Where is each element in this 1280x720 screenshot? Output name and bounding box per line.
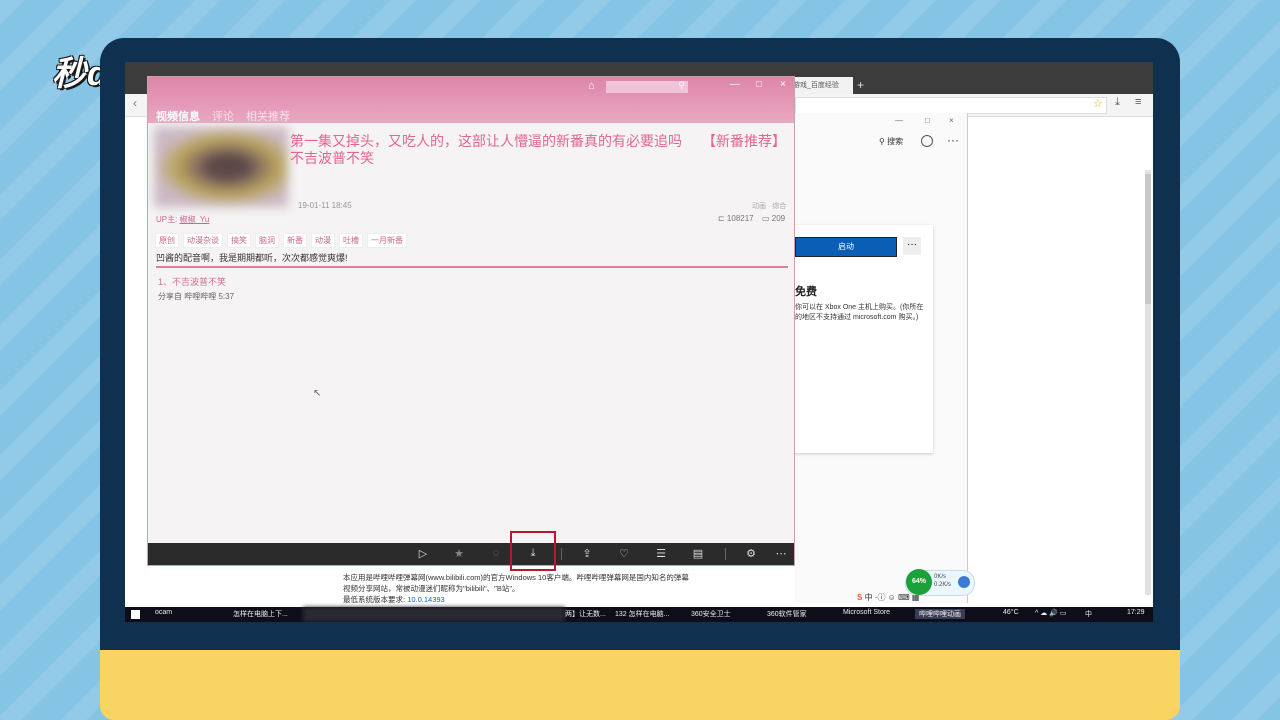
play-icon[interactable]: ▷ xyxy=(416,547,430,560)
price-description: 你可以在 Xbox One 主机上购买。(你所在的地区不支持通过 microso… xyxy=(795,304,924,321)
product-card: 启动 ··· 免费 你可以在 Xbox One 主机上购买。(你所在的地区不支持… xyxy=(791,225,933,453)
version-link[interactable]: 10.0.14393 xyxy=(407,595,445,604)
minimize-button[interactable]: — xyxy=(730,79,740,90)
app-description: 本应用是哔哩哔哩弹幕网(www.bilibili.com)的官方Windows … xyxy=(343,572,743,605)
uploader-name-link[interactable]: 椒椒_Yu xyxy=(180,215,210,224)
video-thumbnail[interactable] xyxy=(154,127,288,207)
video-title: 第一集又掉头，又吃人的，这部让人懵逼的新番真的有必要追吗 【新番推荐】不吉波普不笑 xyxy=(290,133,790,167)
home-icon[interactable]: ⌂ xyxy=(588,80,595,92)
page-scrollbar[interactable] xyxy=(1145,170,1151,595)
price-label: 免费 xyxy=(795,286,817,298)
video-title-text: 第一集又掉头，又吃人的，这部让人懵逼的新番真的有必要追吗 xyxy=(290,133,682,149)
tag-chip[interactable]: 动漫 xyxy=(311,233,335,248)
bottom-toolbar: ▷ ★ ◌ ⤓ ⇪ ♡ ☰ ▤ ⚙ ⋯ xyxy=(148,543,794,565)
share-icon[interactable]: ⇪ xyxy=(580,547,594,560)
more-icon[interactable]: ⋯ xyxy=(774,547,788,560)
tag-list: 原创 动漫杂谈 搞笑 脑洞 新番 动漫 吐槽 一月新番 xyxy=(155,233,411,248)
download-highlight-box xyxy=(510,531,556,571)
store-close-button[interactable]: × xyxy=(949,116,954,125)
browser-tab[interactable]: 游戏_百度经验 xyxy=(787,77,853,94)
taskbar-item-ocam[interactable]: ocam xyxy=(155,609,172,616)
back-icon[interactable]: ‹ xyxy=(133,96,137,110)
taskbar-item-360-security[interactable]: 360安全卫士 xyxy=(691,609,731,619)
avatar[interactable] xyxy=(921,135,933,147)
tray-lang[interactable]: 中 xyxy=(1085,609,1092,619)
desk-surface xyxy=(100,650,1180,720)
widget-button[interactable] xyxy=(958,576,970,588)
tab-video-info[interactable]: 视频信息 xyxy=(156,108,200,124)
tag-chip[interactable]: 脑洞 xyxy=(255,233,279,248)
play-count: ⊏ 108217 xyxy=(718,214,754,223)
taskbar-item-store[interactable]: Microsoft Store xyxy=(843,609,890,616)
ime-toolbar[interactable]: S 中 ·ⓘ ☺ ⌨ ▦ xyxy=(857,592,919,603)
tag-chip[interactable]: 搞笑 xyxy=(227,233,251,248)
uploader: UP主: 椒椒_Yu xyxy=(156,214,209,225)
bilibili-window: ⌂ ⚲ — □ × 视频信息 评论 相关推荐 第一集又掉头，又吃人的，这部让人懵… xyxy=(147,76,795,571)
download-speed: 0.2K/s xyxy=(934,582,952,588)
taskbar: ocam 怎样在电脑上下... 两】让无数... 132 怎样在电脑... 36… xyxy=(125,607,1153,622)
windows-start-icon[interactable] xyxy=(131,610,140,619)
search-input[interactable]: ⚲ xyxy=(606,80,688,93)
store-minimize-button[interactable]: — xyxy=(895,116,903,125)
tag-chip[interactable]: 动漫杂谈 xyxy=(183,233,223,248)
close-button[interactable]: × xyxy=(780,79,786,90)
tag-chip[interactable]: 吐槽 xyxy=(339,233,363,248)
favorite-icon[interactable]: ★ xyxy=(452,547,466,560)
screen: 游戏_百度经验 + ☆ ⤓ ≡ ‹ — □ × ⚲ 搜索 ··· 启动 ··· … xyxy=(125,62,1153,622)
coin-icon[interactable]: ◌ xyxy=(489,547,503,559)
upload-speed: 0K/s xyxy=(934,574,947,580)
clock-time[interactable]: 17:29 xyxy=(1127,609,1145,616)
taskbar-item-word[interactable]: 怎样在电脑上下... xyxy=(233,609,288,619)
store-more-button[interactable]: ··· xyxy=(947,133,959,147)
toolbar-separator xyxy=(561,548,562,560)
version-label: 最低系统版本要求: xyxy=(343,595,406,604)
description-line: 视频分享网站，常被动漫迷们昵称为"bilibili"、"B站"。 xyxy=(343,584,520,593)
share-source: 分享自 哔哩哔哩 5:37 xyxy=(158,292,235,301)
description-line: 本应用是哔哩哔哩弹幕网(www.bilibili.com)的官方Windows … xyxy=(343,573,689,582)
tab-comments[interactable]: 评论 xyxy=(212,108,234,124)
store-window: — □ × ⚲ 搜索 ··· 启动 ··· 免费 你可以在 Xbox One 主… xyxy=(791,113,968,603)
description-line: 最低系统版本要求: 10.0.14393 xyxy=(343,594,743,605)
publish-date: 19-01-11 18:45 xyxy=(298,201,352,210)
search-icon[interactable]: ⚲ xyxy=(678,80,685,91)
new-tab-button[interactable]: + xyxy=(857,78,864,92)
video-category: 动画 · 综合 xyxy=(752,203,787,210)
danmaku-icon[interactable]: ▤ xyxy=(691,547,705,560)
mouse-cursor-icon: ↖ xyxy=(313,388,322,399)
episode-item[interactable]: 1、不吉波普不笑 xyxy=(158,275,226,288)
tab-related[interactable]: 相关推荐 xyxy=(246,108,290,124)
url-input[interactable] xyxy=(795,97,1107,114)
taskbar-item-bilibili[interactable]: 哔哩哔哩动画 xyxy=(915,609,965,619)
like-icon[interactable]: ♡ xyxy=(617,547,631,560)
store-maximize-button[interactable]: □ xyxy=(925,116,930,125)
taskbar-item-explorer[interactable]: 132 怎样在电脑... xyxy=(615,609,669,619)
ime-mode: 中 xyxy=(864,593,873,602)
network-speed: 0K/s 0.2K/s xyxy=(934,573,951,589)
taskbar-item-360-software[interactable]: 360软件管家 xyxy=(767,609,807,619)
video-summary: 凹酱的配音啊，我是期期都听，次次都感觉爽爆! xyxy=(156,253,348,263)
store-search-button[interactable]: ⚲ 搜索 xyxy=(879,136,903,147)
taskbar-item-doc[interactable]: 两】让无数... xyxy=(565,609,606,619)
sogou-icon: S xyxy=(857,593,863,602)
scrollbar-thumb[interactable] xyxy=(1145,174,1151,304)
danmaku-count: ▭ 209 xyxy=(762,214,786,223)
toolbar-separator xyxy=(725,548,726,560)
tray-icons[interactable]: ^ ☁ 🔊 ▭ xyxy=(1035,609,1066,617)
maximize-button[interactable]: □ xyxy=(756,79,762,90)
settings-icon[interactable]: ⚙ xyxy=(744,547,758,560)
download-icon[interactable]: ⤓ xyxy=(1115,96,1120,109)
playlist-icon[interactable]: ☰ xyxy=(654,547,668,560)
uploader-label: UP主: xyxy=(156,215,178,224)
launch-button[interactable]: 启动 xyxy=(795,237,897,257)
tag-chip[interactable]: 原创 xyxy=(155,233,179,248)
blurred-taskbar-area xyxy=(303,607,565,622)
tag-chip[interactable]: 新番 xyxy=(283,233,307,248)
temperature: 46°C xyxy=(1003,609,1019,616)
star-icon[interactable]: ☆ xyxy=(1093,97,1103,110)
bilibili-header: ⌂ ⚲ — □ × 视频信息 评论 相关推荐 xyxy=(148,77,794,123)
menu-icon[interactable]: ≡ xyxy=(1135,96,1141,108)
tag-chip[interactable]: 一月新番 xyxy=(367,233,407,248)
card-more-button[interactable]: ··· xyxy=(903,237,921,255)
section-divider xyxy=(156,266,788,268)
